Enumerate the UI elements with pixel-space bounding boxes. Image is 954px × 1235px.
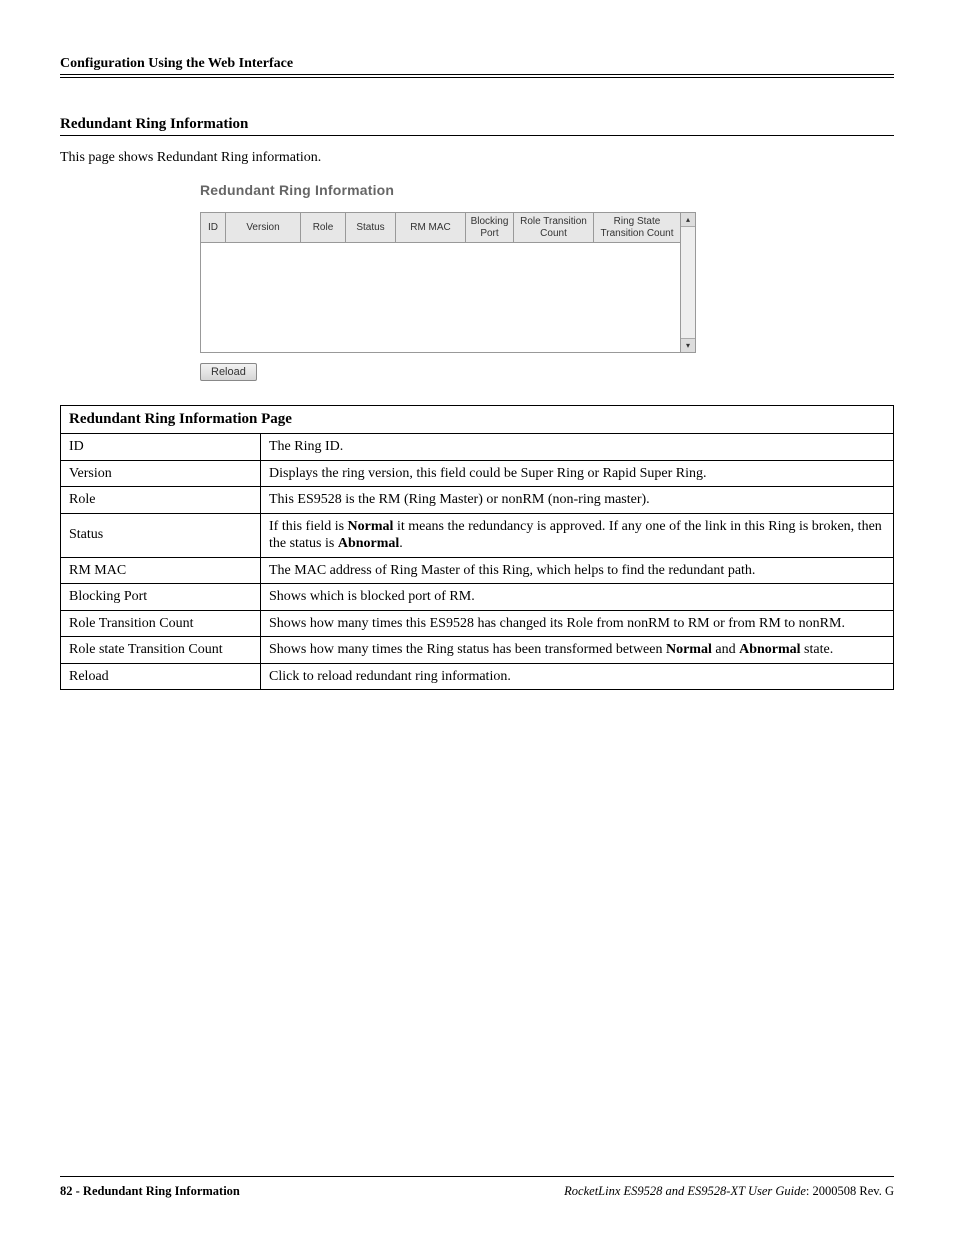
desc-value-id: The Ring ID. — [261, 434, 894, 461]
desc-value-role: This ES9528 is the RM (Ring Master) or n… — [261, 487, 894, 514]
grid-wrap: ID Version Role Status RM MAC Blocking P… — [200, 212, 710, 353]
desc-value-reload: Click to reload redundant ring informati… — [261, 663, 894, 690]
footer-right: RocketLinx ES9528 and ES9528-XT User Gui… — [564, 1184, 894, 1199]
col-role[interactable]: Role — [301, 213, 346, 243]
text: . — [399, 536, 403, 551]
table-row: Role This ES9528 is the RM (Ring Master)… — [61, 487, 894, 514]
grid-header-row: ID Version Role Status RM MAC Blocking P… — [201, 213, 681, 243]
header-rule-heavy — [60, 74, 894, 75]
col-rm-mac[interactable]: RM MAC — [396, 213, 466, 243]
footer-right-tail: : 2000508 Rev. G — [806, 1184, 894, 1198]
bold-text: Normal — [666, 642, 712, 657]
text: Shows how many times the Ring status has… — [269, 642, 666, 657]
table-row: ID The Ring ID. — [61, 434, 894, 461]
desc-label-reload: Reload — [61, 663, 261, 690]
bold-text: Normal — [348, 519, 394, 534]
footer-rule — [60, 1176, 894, 1177]
col-id[interactable]: ID — [201, 213, 226, 243]
desc-value-rolestatetransition: Shows how many times the Ring status has… — [261, 637, 894, 664]
table-row: RM MAC The MAC address of Ring Master of… — [61, 557, 894, 584]
table-row: Reload Click to reload redundant ring in… — [61, 663, 894, 690]
desc-label-status: Status — [61, 513, 261, 557]
grid-scrollbar[interactable]: ▴ ▾ — [681, 212, 696, 353]
grid-body-row — [201, 243, 681, 353]
text: state. — [801, 642, 834, 657]
desc-label-id: ID — [61, 434, 261, 461]
screenshot-title: Redundant Ring Information — [200, 182, 710, 198]
col-role-transition-count[interactable]: Role Transition Count — [514, 213, 594, 243]
table-row: Version Displays the ring version, this … — [61, 460, 894, 487]
desc-value-version: Displays the ring version, this field co… — [261, 460, 894, 487]
page-header-title: Configuration Using the Web Interface — [60, 56, 894, 72]
grid-body-empty — [201, 243, 681, 353]
desc-value-status: If this field is Normal it means the red… — [261, 513, 894, 557]
table-row: Role state Transition Count Shows how ma… — [61, 637, 894, 664]
col-blocking-port[interactable]: Blocking Port — [466, 213, 514, 243]
section-rule — [60, 135, 894, 136]
text: and — [712, 642, 739, 657]
header-rule-light — [60, 77, 894, 78]
desc-label-version: Version — [61, 460, 261, 487]
desc-table-header: Redundant Ring Information Page — [61, 406, 894, 434]
col-status[interactable]: Status — [346, 213, 396, 243]
footer-right-italic: RocketLinx ES9528 and ES9528-XT User Gui… — [564, 1184, 806, 1198]
desc-label-rmmac: RM MAC — [61, 557, 261, 584]
bold-text: Abnormal — [338, 536, 399, 551]
scroll-down-icon[interactable]: ▾ — [681, 338, 695, 352]
desc-value-rmmac: The MAC address of Ring Master of this R… — [261, 557, 894, 584]
desc-label-blockingport: Blocking Port — [61, 584, 261, 611]
table-row: Role Transition Count Shows how many tim… — [61, 610, 894, 637]
col-ring-state-transition-count[interactable]: Ring State Transition Count — [594, 213, 681, 243]
desc-value-roletransition: Shows how many times this ES9528 has cha… — [261, 610, 894, 637]
page-footer: 82 - Redundant Ring Information RocketLi… — [60, 1184, 894, 1199]
section-title: Redundant Ring Information — [60, 116, 894, 133]
desc-label-role: Role — [61, 487, 261, 514]
col-version[interactable]: Version — [226, 213, 301, 243]
desc-value-blockingport: Shows which is blocked port of RM. — [261, 584, 894, 611]
desc-label-roletransition: Role Transition Count — [61, 610, 261, 637]
scroll-up-icon[interactable]: ▴ — [681, 213, 695, 227]
reload-button[interactable]: Reload — [200, 363, 257, 381]
embedded-screenshot: Redundant Ring Information ID Version Ro… — [200, 182, 710, 381]
footer-left: 82 - Redundant Ring Information — [60, 1184, 240, 1199]
text: If this field is — [269, 519, 348, 534]
table-row: Blocking Port Shows which is blocked por… — [61, 584, 894, 611]
intro-text: This page shows Redundant Ring informati… — [60, 150, 894, 166]
table-row: Status If this field is Normal it means … — [61, 513, 894, 557]
ring-info-grid: ID Version Role Status RM MAC Blocking P… — [200, 212, 681, 353]
desc-label-rolestatetransition: Role state Transition Count — [61, 637, 261, 664]
bold-text: Abnormal — [739, 642, 800, 657]
description-table: Redundant Ring Information Page ID The R… — [60, 405, 894, 690]
